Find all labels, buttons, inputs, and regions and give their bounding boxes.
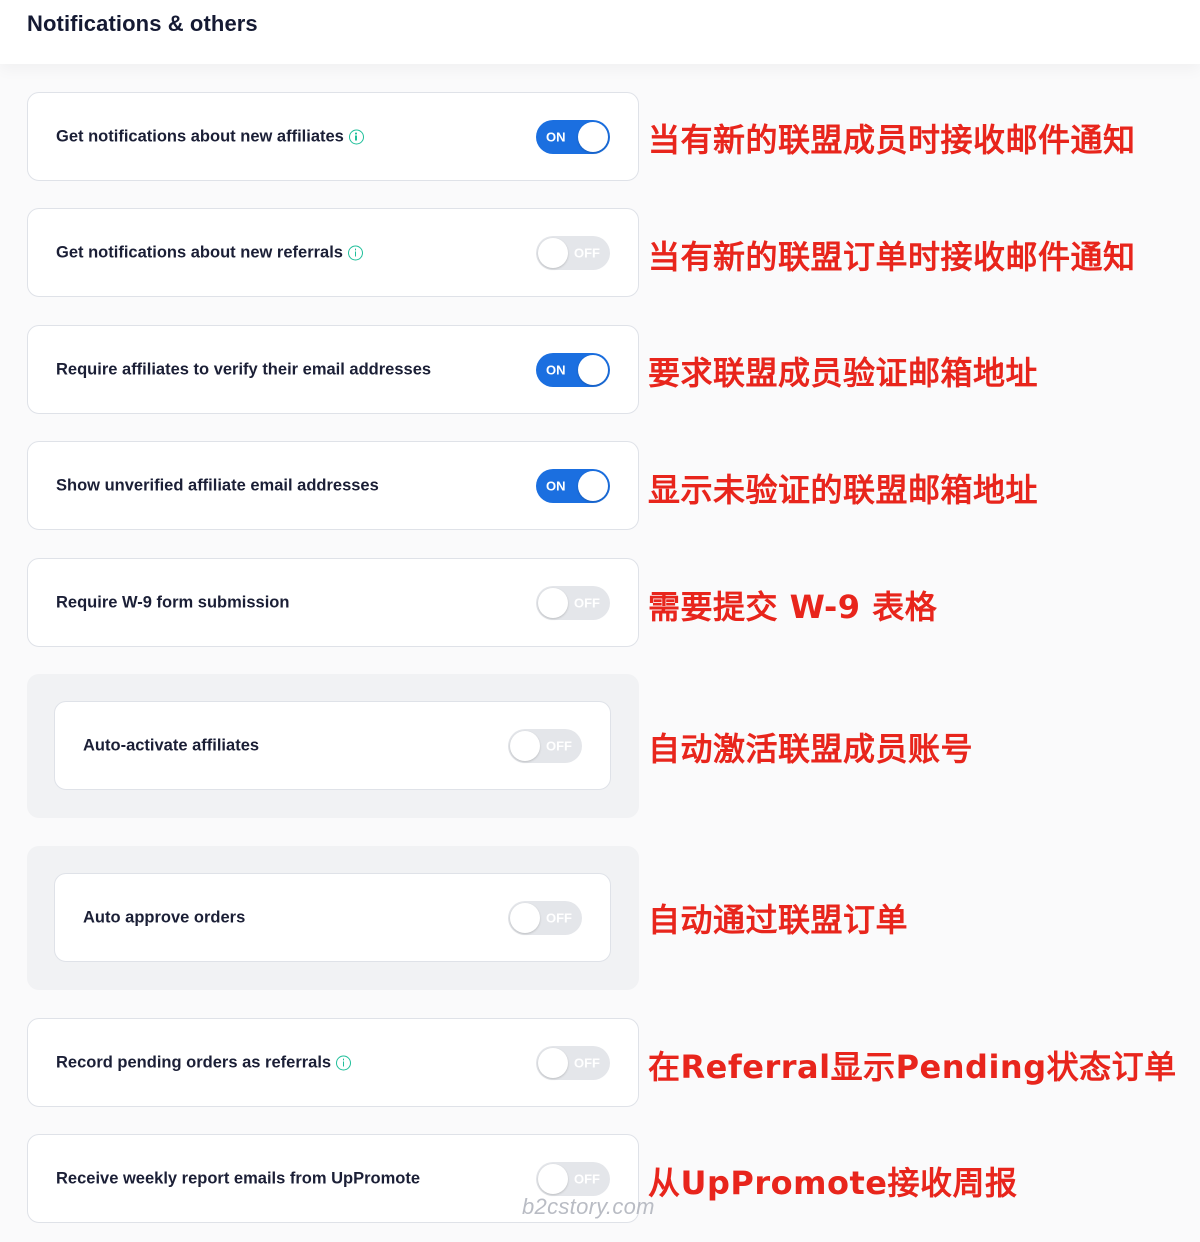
- annotation: 显示未验证的联盟邮箱地址: [648, 471, 1039, 509]
- annotation: 当有新的联盟订单时接收邮件通知: [648, 238, 1136, 276]
- info-icon[interactable]: [348, 129, 364, 144]
- toggle-knob: [538, 587, 568, 618]
- annotation: 从UpPromote接收周报: [648, 1164, 1018, 1202]
- page-title: Notifications & others: [27, 11, 258, 36]
- toggle-state-label: ON: [546, 362, 566, 377]
- setting-row-new-referrals: Get notifications about new referrals OF…: [27, 208, 639, 297]
- annotation: 要求联盟成员验证邮箱地址: [648, 354, 1039, 392]
- setting-group-auto-approve: Auto approve orders OFF: [27, 846, 639, 990]
- setting-label: Record pending orders as referrals: [56, 1053, 332, 1071]
- toggle-knob: [538, 237, 568, 268]
- toggle-auto-approve[interactable]: OFF: [508, 900, 582, 935]
- setting-row-pending-orders: Record pending orders as referrals OFF: [27, 1018, 639, 1107]
- setting-row-new-affiliates: Get notifications about new affiliates O…: [27, 92, 639, 181]
- setting-row-auto-approve: Auto approve orders OFF: [54, 873, 611, 962]
- toggle-state-label: OFF: [574, 595, 600, 610]
- toggle-knob: [578, 354, 608, 385]
- toggle-state-label: OFF: [574, 245, 600, 260]
- toggle-new-affiliates[interactable]: ON: [536, 119, 610, 154]
- toggle-state-label: ON: [546, 478, 566, 493]
- toggle-knob: [578, 121, 608, 152]
- toggle-knob: [538, 1047, 568, 1078]
- annotation: 需要提交 W-9 表格: [648, 588, 938, 626]
- toggle-weekly-report[interactable]: OFF: [536, 1161, 610, 1196]
- toggle-knob: [538, 1163, 568, 1194]
- toggle-w9-form[interactable]: OFF: [536, 585, 610, 620]
- annotation: 自动激活联盟成员账号: [648, 730, 974, 768]
- toggle-show-unverified[interactable]: ON: [536, 468, 610, 503]
- setting-row-auto-activate: Auto-activate affiliates OFF: [54, 701, 611, 790]
- annotation: 当有新的联盟成员时接收邮件通知: [648, 121, 1136, 159]
- toggle-pending-orders[interactable]: OFF: [536, 1045, 610, 1080]
- page-header: Notifications & others: [0, 0, 1200, 64]
- setting-label: Require affiliates to verify their email…: [56, 360, 432, 378]
- info-icon[interactable]: [336, 1055, 352, 1070]
- toggle-auto-activate[interactable]: OFF: [508, 728, 582, 763]
- setting-group-auto-activate: Auto-activate affiliates OFF: [27, 674, 639, 818]
- toggle-state-label: OFF: [574, 1055, 600, 1070]
- setting-label: Get notifications about new referrals: [56, 243, 343, 261]
- toggle-new-referrals[interactable]: OFF: [536, 235, 610, 270]
- setting-label: Receive weekly report emails from UpProm…: [56, 1169, 421, 1187]
- setting-row-w9-form: Require W-9 form submission OFF: [27, 558, 639, 647]
- toggle-knob: [510, 730, 540, 761]
- watermark: b2cstory.com: [522, 1194, 655, 1219]
- toggle-state-label: ON: [546, 129, 566, 144]
- setting-row-show-unverified: Show unverified affiliate email addresse…: [27, 441, 639, 530]
- annotation: 在Referral显示Pending状态订单: [648, 1048, 1177, 1086]
- toggle-state-label: OFF: [546, 738, 572, 753]
- toggle-verify-email[interactable]: ON: [536, 352, 610, 387]
- toggle-state-label: OFF: [574, 1171, 600, 1186]
- setting-label: Show unverified affiliate email addresse…: [56, 476, 379, 494]
- setting-label: Auto approve orders: [83, 908, 246, 926]
- setting-label: Get notifications about new affiliates: [56, 127, 344, 145]
- info-icon[interactable]: [347, 245, 363, 260]
- setting-label: Require W-9 form submission: [56, 593, 290, 611]
- toggle-knob: [578, 470, 608, 501]
- setting-label: Auto-activate affiliates: [83, 736, 260, 754]
- annotation: 自动通过联盟订单: [648, 901, 909, 939]
- toggle-knob: [510, 902, 540, 933]
- setting-row-verify-email: Require affiliates to verify their email…: [27, 325, 639, 414]
- toggle-state-label: OFF: [546, 910, 572, 925]
